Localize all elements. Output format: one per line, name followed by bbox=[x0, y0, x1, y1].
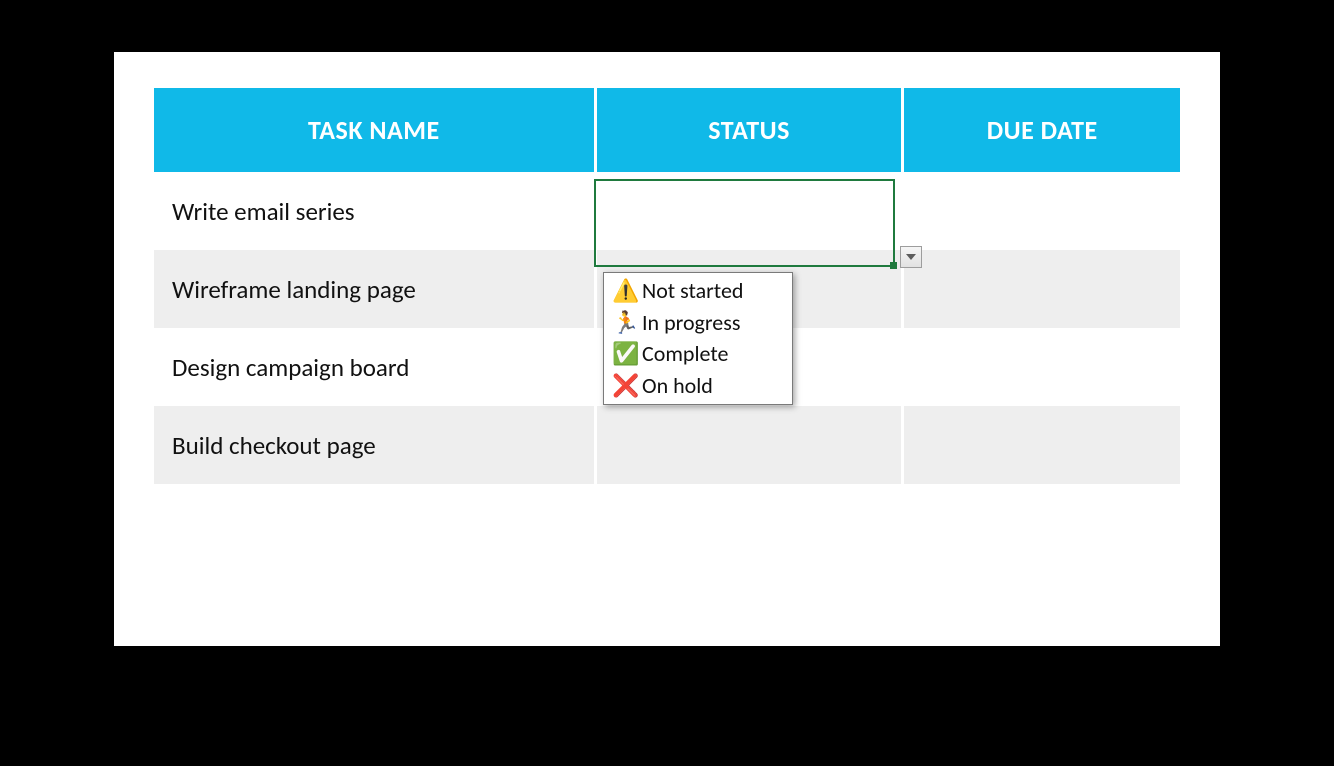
header-status[interactable]: STATUS bbox=[595, 88, 903, 172]
cell-task[interactable]: Build checkout page bbox=[154, 406, 595, 484]
dropdown-option-complete[interactable]: ✅ Complete bbox=[604, 338, 792, 370]
table-row: Write email series bbox=[154, 172, 1180, 250]
cell-task[interactable]: Wireframe landing page bbox=[154, 250, 595, 328]
check-icon: ✅ bbox=[612, 339, 636, 369]
cell-blank[interactable] bbox=[595, 484, 903, 532]
table-row bbox=[154, 484, 1180, 532]
chevron-down-icon bbox=[906, 254, 916, 260]
dropdown-option-label: In progress bbox=[642, 308, 740, 338]
header-due[interactable]: DUE DATE bbox=[903, 88, 1180, 172]
dropdown-option-label: On hold bbox=[642, 371, 713, 401]
header-task[interactable]: TASK NAME bbox=[154, 88, 595, 172]
cell-status[interactable] bbox=[595, 172, 903, 250]
cell-blank[interactable] bbox=[903, 484, 1180, 532]
table-row: Build checkout page bbox=[154, 406, 1180, 484]
dropdown-option-in-progress[interactable]: 🏃 In progress bbox=[604, 307, 792, 339]
cell-due[interactable] bbox=[903, 250, 1180, 328]
header-row: TASK NAME STATUS DUE DATE bbox=[154, 88, 1180, 172]
running-icon: 🏃 bbox=[612, 308, 636, 338]
dropdown-option-not-started[interactable]: ⚠️ Not started bbox=[604, 275, 792, 307]
cross-icon: ❌ bbox=[612, 371, 636, 401]
cell-blank[interactable] bbox=[154, 484, 595, 532]
dropdown-option-label: Not started bbox=[642, 276, 743, 306]
dropdown-option-label: Complete bbox=[642, 339, 728, 369]
cell-due[interactable] bbox=[903, 328, 1180, 406]
cell-task[interactable]: Write email series bbox=[154, 172, 595, 250]
spreadsheet-panel: TASK NAME STATUS DUE DATE Write email se… bbox=[114, 52, 1220, 646]
dropdown-option-on-hold[interactable]: ❌ On hold bbox=[604, 370, 792, 402]
cell-task[interactable]: Design campaign board bbox=[154, 328, 595, 406]
warning-icon: ⚠️ bbox=[612, 276, 636, 306]
cell-status[interactable] bbox=[595, 406, 903, 484]
dropdown-trigger[interactable] bbox=[900, 246, 922, 268]
status-dropdown-list: ⚠️ Not started 🏃 In progress ✅ Complete … bbox=[603, 272, 793, 405]
cell-due[interactable] bbox=[903, 406, 1180, 484]
cell-due[interactable] bbox=[903, 172, 1180, 250]
